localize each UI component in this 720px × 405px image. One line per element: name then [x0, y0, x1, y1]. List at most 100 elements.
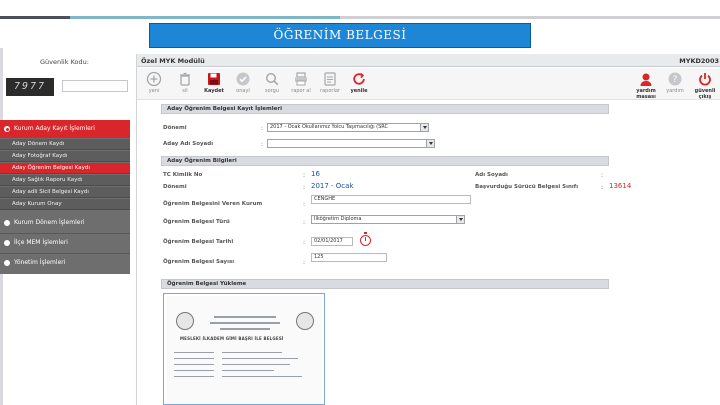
print-button[interactable]: rapor al — [286, 71, 316, 97]
issuer-label: Öğrenim Belgesini Veren Kurum — [163, 201, 263, 207]
colon: : — [303, 259, 306, 266]
date-label: Öğrenim Belgesi Tarihi — [163, 239, 234, 245]
term-select-value: 2017 - Ocak Okullarımız Yolcu Taşımacılı… — [270, 124, 389, 130]
support-desk-button[interactable]: yardım masası — [631, 71, 661, 100]
svg-text:?: ? — [673, 75, 678, 85]
slide-title: ÖĞRENİM BELGESİ — [149, 23, 531, 48]
bullet-icon — [4, 260, 10, 266]
term-info-label: Dönemi — [163, 184, 187, 190]
uploaded-document-frame[interactable]: MESLEKİ İLKADEM GİMİ BAŞRI İLE BELGESİ — [163, 293, 325, 405]
upload-header: Öğrenim Belgesi Yükleme — [161, 279, 609, 289]
document-line — [210, 322, 280, 324]
top-accent-bar — [340, 16, 720, 19]
support-icon — [640, 73, 652, 86]
term-select[interactable]: 2017 - Ocak Okullarımız Yolcu Taşımacılı… — [267, 123, 429, 132]
fullname-label: Adı Soyadı — [475, 172, 508, 178]
captcha-image: 7977 — [6, 78, 54, 96]
document-line — [222, 364, 290, 365]
power-icon — [699, 73, 711, 86]
colon: : — [303, 219, 306, 226]
seal-icon — [296, 312, 314, 330]
menu-item-fotograf-kaydi[interactable]: Aday Fotoğraf Kaydı — [0, 151, 130, 162]
delete-button-label: sil — [182, 88, 188, 94]
document-line — [174, 352, 214, 353]
menu-item-saglik-raporu[interactable]: Aday Sağlık Raporu Kaydı — [0, 175, 130, 186]
document-line — [222, 352, 282, 353]
tc-label: TC Kimlik No — [163, 172, 203, 178]
colon: : — [303, 201, 306, 208]
logout-button[interactable]: güvenli çıkış — [690, 71, 720, 100]
reports-button[interactable]: raporlar — [315, 71, 345, 97]
search-icon — [265, 72, 279, 86]
sidebar-menu: Kurum Aday Kayıt İşlemleri Aday Dönem Ka… — [0, 120, 130, 274]
bullet-icon — [4, 240, 10, 246]
menu-group-kurum-donem[interactable]: Kurum Dönem İşlemleri — [0, 214, 130, 232]
refresh-icon — [353, 72, 365, 85]
bullet-icon — [4, 220, 10, 226]
approve-button[interactable]: onayl — [228, 71, 258, 97]
colon: : — [261, 141, 264, 148]
count-input[interactable]: 125 — [311, 253, 387, 262]
search-button-label: sorgu — [265, 88, 279, 94]
refresh-button-label: yenile — [350, 88, 368, 94]
module-code: MYKD2003 — [679, 57, 719, 65]
module-header: Özel MYK Modülü MYKD2003 — [137, 54, 720, 67]
term-info-value: 2017 - Ocak — [311, 182, 354, 190]
document-line — [214, 316, 276, 318]
menu-item-ogrenim-belgesi[interactable]: Aday Öğrenim Belgesi Kaydı — [0, 163, 130, 174]
candidate-name-select[interactable] — [267, 139, 435, 148]
help-label: yardım — [666, 88, 684, 94]
document-line — [222, 376, 302, 377]
date-input[interactable]: 02/01/2017 — [311, 237, 353, 246]
approve-button-label: onayl — [236, 88, 250, 94]
menu-group-label: İlçe MEM İşlemleri — [14, 239, 68, 246]
logout-label: güvenli çıkış — [694, 88, 716, 100]
save-icon — [208, 73, 220, 85]
captcha-input[interactable] — [62, 80, 128, 92]
menu-group-label: Yönetim İşlemleri — [14, 259, 66, 266]
colon: : — [601, 172, 604, 179]
license-class-value: 13614 — [609, 182, 632, 190]
candidate-name-label: Aday Adı Soyadı — [163, 141, 214, 147]
main-panel: Özel MYK Modülü MYKD2003 yeni sil Kaydet… — [136, 54, 720, 405]
save-button-label: Kaydet — [204, 88, 224, 94]
new-button[interactable]: yeni — [139, 71, 169, 97]
term-label: Dönemi — [163, 125, 187, 131]
seal-icon — [176, 312, 194, 330]
count-label: Öğrenim Belgesi Sayısı — [163, 259, 235, 265]
colon: : — [601, 184, 604, 191]
refresh-button[interactable]: yenile — [344, 71, 374, 97]
top-accent-bar — [0, 16, 70, 19]
document-heading: MESLEKİ İLKADEM GİMİ BAŞRI İLE BELGESİ — [180, 336, 284, 341]
colon: : — [261, 125, 264, 132]
help-button[interactable]: ? yardım — [660, 71, 690, 97]
menu-item-donem-kaydi[interactable]: Aday Dönem Kaydı — [0, 139, 130, 150]
menu-group-label: Kurum Dönem İşlemleri — [14, 219, 85, 226]
plus-circle-icon — [146, 71, 162, 87]
colon: : — [303, 172, 306, 179]
trash-icon — [180, 72, 190, 86]
menu-item-adli-sicil[interactable]: Aday adli Sicil Belgesi Kaydı — [0, 187, 130, 198]
registration-header: Aday Öğrenim Belgesi Kayıt İşlemleri — [161, 104, 609, 114]
type-select[interactable]: İlköğretim Diploma — [311, 215, 465, 224]
top-accent-bar — [70, 16, 340, 19]
menu-item-kurum-onay[interactable]: Aday Kurum Onay — [0, 199, 130, 210]
menu-group-ilce-mem[interactable]: İlçe MEM İşlemleri — [0, 234, 130, 252]
menu-group-aday-kayit[interactable]: Kurum Aday Kayıt İşlemleri — [0, 120, 130, 138]
search-button[interactable]: sorgu — [257, 71, 287, 97]
colon: : — [303, 184, 306, 191]
document-line — [222, 370, 274, 371]
module-title: Özel MYK Modülü — [141, 57, 205, 65]
save-button[interactable]: Kaydet — [199, 71, 229, 97]
menu-group-label: Kurum Aday Kayıt İşlemleri — [14, 125, 95, 132]
date-picker-icon[interactable] — [360, 232, 371, 246]
new-button-label: yeni — [148, 88, 160, 94]
document-line — [220, 328, 270, 330]
delete-button[interactable]: sil — [170, 71, 200, 97]
chevron-down-icon — [426, 140, 434, 147]
issuer-input[interactable]: CENGHE — [311, 195, 471, 204]
menu-group-yonetim[interactable]: Yönetim İşlemleri — [0, 254, 130, 272]
tc-value: 16 — [311, 170, 320, 178]
document-line — [174, 364, 214, 365]
check-icon — [236, 72, 250, 86]
